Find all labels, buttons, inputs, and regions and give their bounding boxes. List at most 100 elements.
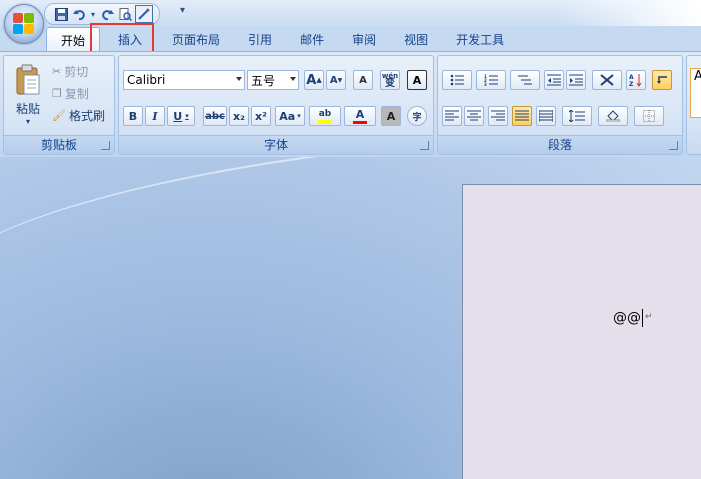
undo-dropdown-icon[interactable]: ▾ bbox=[89, 6, 97, 22]
title-glare bbox=[560, 0, 701, 26]
chinese-layout-icon bbox=[600, 74, 614, 86]
phonetic-char: 变 bbox=[385, 78, 395, 89]
justify-button[interactable] bbox=[512, 106, 532, 126]
shading-button[interactable] bbox=[598, 106, 628, 126]
tab-mailings[interactable]: 邮件 bbox=[286, 27, 338, 51]
ribbon: 粘贴 ▾ ✂ 剪切 ❐ 复制 🖌 格式刷 剪贴板 Calibri 五号 A ▲ A… bbox=[0, 51, 701, 158]
decrease-indent-icon bbox=[547, 74, 561, 86]
italic-icon: I bbox=[152, 109, 158, 123]
format-painter-button[interactable]: 🖌 格式刷 bbox=[52, 106, 105, 124]
bold-button[interactable]: B bbox=[123, 106, 143, 126]
font-name-value: Calibri bbox=[127, 73, 166, 87]
justify-icon bbox=[515, 110, 529, 121]
clear-formatting-icon: A bbox=[359, 74, 367, 86]
underline-icon: U bbox=[173, 109, 183, 123]
clipboard-launcher-icon[interactable] bbox=[101, 141, 110, 150]
distributed-button[interactable] bbox=[536, 106, 556, 126]
borders-button[interactable] bbox=[634, 106, 664, 126]
subscript-button[interactable]: x₂ bbox=[229, 106, 249, 126]
grow-font-button[interactable]: A ▲ bbox=[304, 70, 324, 90]
copy-label: 复制 bbox=[64, 86, 89, 101]
shading-bucket-icon bbox=[606, 110, 620, 122]
document-text[interactable]: @@ bbox=[613, 310, 641, 326]
multilevel-list-icon bbox=[518, 75, 532, 85]
spelling-icon[interactable] bbox=[135, 5, 153, 23]
undo-icon[interactable] bbox=[71, 6, 87, 22]
bullets-button[interactable] bbox=[442, 70, 472, 90]
clear-formatting-button[interactable]: A bbox=[353, 70, 373, 90]
paste-button[interactable]: 粘贴 ▾ bbox=[8, 60, 48, 130]
tab-page-layout[interactable]: 页面布局 bbox=[158, 27, 234, 51]
strikethrough-icon: abc bbox=[205, 110, 225, 122]
bullets-icon bbox=[450, 74, 464, 86]
paragraph-mark: ↵ bbox=[645, 312, 653, 322]
highlight-color-swatch bbox=[318, 119, 332, 124]
show-marks-button[interactable] bbox=[652, 70, 672, 90]
char-border-icon: A bbox=[412, 73, 422, 87]
underline-button[interactable]: U ▾ bbox=[167, 106, 195, 126]
save-icon[interactable] bbox=[53, 6, 69, 22]
font-size-combo[interactable]: 五号 bbox=[247, 70, 299, 90]
char-shading-button[interactable]: A bbox=[381, 106, 401, 126]
align-center-button[interactable] bbox=[464, 106, 484, 126]
decrease-indent-button[interactable] bbox=[544, 70, 564, 90]
sort-button[interactable]: AZ bbox=[626, 70, 646, 90]
svg-text:A: A bbox=[629, 74, 634, 81]
style-preview[interactable]: A bbox=[690, 68, 701, 118]
redo-icon[interactable] bbox=[99, 6, 115, 22]
align-left-button[interactable] bbox=[442, 106, 462, 126]
shrink-font-icon: A bbox=[329, 74, 338, 86]
copy-button[interactable]: ❐ 复制 bbox=[52, 84, 89, 102]
font-size-value: 五号 bbox=[251, 73, 276, 88]
paragraph-launcher-icon[interactable] bbox=[669, 141, 678, 150]
enclose-char-button[interactable]: 字 bbox=[407, 106, 427, 126]
numbering-icon: 123 bbox=[484, 74, 498, 86]
font-color-button[interactable]: A bbox=[344, 106, 376, 126]
paragraph-mark-icon bbox=[657, 76, 667, 84]
char-shading-icon: A bbox=[386, 109, 396, 123]
paragraph-group: 123 AZ 段落 bbox=[437, 55, 683, 155]
line-spacing-button[interactable] bbox=[562, 106, 592, 126]
format-painter-label: 格式刷 bbox=[68, 108, 105, 123]
borders-icon bbox=[643, 110, 655, 122]
paste-label: 粘贴 bbox=[15, 102, 40, 116]
document-page[interactable]: @@ ↵ bbox=[462, 184, 701, 479]
svg-text:3: 3 bbox=[484, 82, 487, 86]
font-name-combo[interactable]: Calibri bbox=[123, 70, 245, 90]
font-group: Calibri 五号 A ▲ A ▼ A wén 变 A B I U ▾ abc x₂… bbox=[118, 55, 434, 155]
tab-developer[interactable]: 开发工具 bbox=[442, 27, 518, 51]
cut-button[interactable]: ✂ 剪切 bbox=[52, 62, 88, 80]
superscript-button[interactable]: x² bbox=[251, 106, 271, 126]
italic-button[interactable]: I bbox=[145, 106, 165, 126]
scissors-icon: ✂ bbox=[52, 64, 62, 78]
copy-icon: ❐ bbox=[52, 86, 62, 100]
align-left-icon bbox=[445, 110, 459, 121]
shrink-font-button[interactable]: A ▼ bbox=[326, 70, 346, 90]
paste-dropdown-icon: ▾ bbox=[25, 117, 30, 126]
highlight-icon: ab bbox=[318, 108, 332, 119]
change-case-button[interactable]: Aa ▾ bbox=[275, 106, 305, 126]
font-launcher-icon[interactable] bbox=[420, 141, 429, 150]
tab-references[interactable]: 引用 bbox=[234, 27, 286, 51]
font-group-label: 字体 bbox=[119, 135, 433, 154]
tab-review[interactable]: 审阅 bbox=[338, 27, 390, 51]
print-preview-icon[interactable] bbox=[117, 6, 133, 22]
customize-qat-icon[interactable]: ▾ bbox=[180, 5, 185, 16]
phonetic-guide-button[interactable]: wén 变 bbox=[380, 70, 400, 90]
numbering-button[interactable]: 123 bbox=[476, 70, 506, 90]
multilevel-list-button[interactable] bbox=[510, 70, 540, 90]
char-border-button[interactable]: A bbox=[407, 70, 427, 90]
align-right-icon bbox=[491, 110, 505, 121]
office-button[interactable] bbox=[4, 4, 44, 44]
strikethrough-button[interactable]: abc bbox=[203, 106, 227, 126]
font-color-swatch bbox=[353, 120, 367, 124]
chinese-layout-button[interactable] bbox=[592, 70, 622, 90]
increase-indent-icon bbox=[569, 74, 583, 86]
align-right-button[interactable] bbox=[488, 106, 508, 126]
highlight-button[interactable]: ab bbox=[309, 106, 341, 126]
increase-indent-button[interactable] bbox=[566, 70, 586, 90]
font-name-arrow-icon bbox=[236, 77, 242, 81]
tab-view[interactable]: 视图 bbox=[390, 27, 442, 51]
quick-access-toolbar: ▾ bbox=[44, 3, 160, 25]
sort-icon: AZ bbox=[629, 74, 642, 87]
